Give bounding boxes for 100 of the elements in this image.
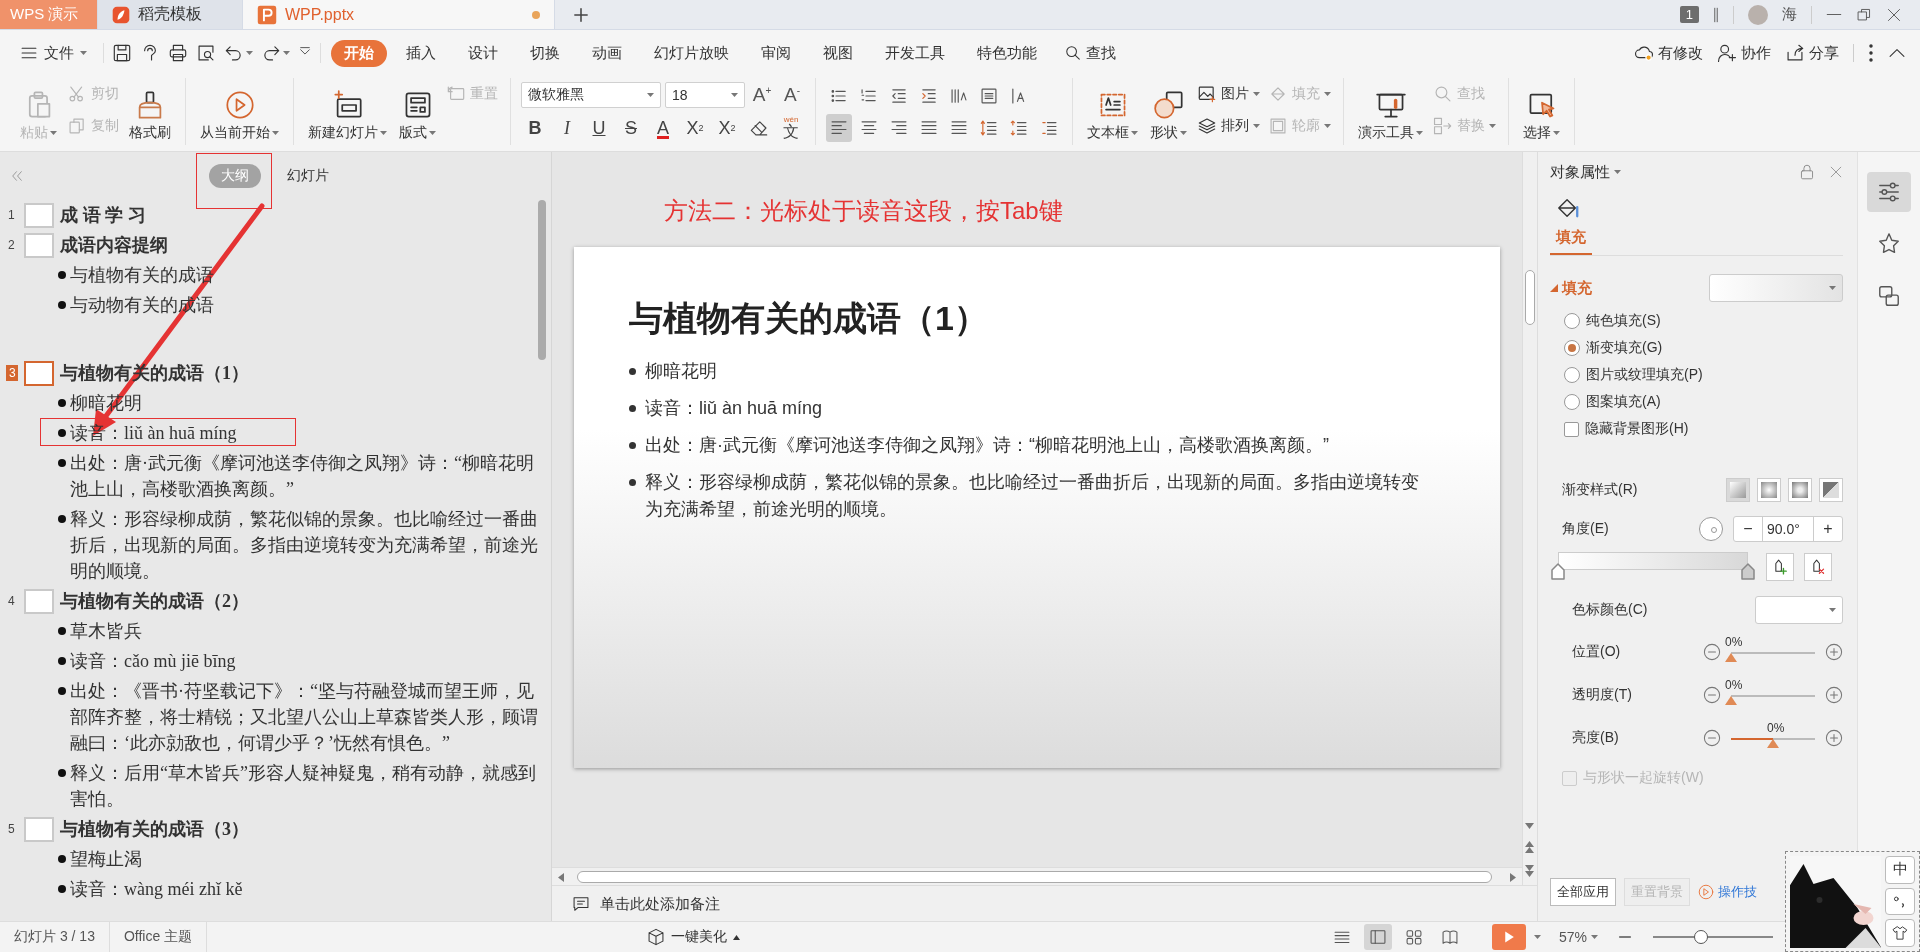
slider-thumb[interactable] [1767,738,1779,748]
ribbon-button[interactable]: 形状 [1148,78,1189,142]
slider-thumb[interactable] [1694,930,1708,944]
bullet-text[interactable]: 读音：wàng méi zhǐ kě [70,876,243,902]
ribbon-button[interactable]: 新建幻灯片 [306,78,389,142]
slide-thumbnail[interactable] [24,360,54,386]
vertical-scrollbar[interactable] [1522,152,1537,885]
slider-thumb[interactable] [1725,695,1737,705]
user-name[interactable]: 海 [1782,5,1797,24]
font-size-field[interactable]: 18 [665,82,745,108]
ribbon-tab[interactable]: 幻灯片放映 [641,39,742,67]
close-button[interactable] [1886,6,1902,23]
increase-button[interactable] [1825,642,1843,661]
ribbon-button[interactable]: 格式刷 [127,78,173,142]
normal-view-button[interactable] [1363,924,1392,950]
slide-thumbnail[interactable] [24,588,54,614]
print-button[interactable] [168,43,188,63]
decrease-button[interactable] [1703,685,1721,704]
more-options-button[interactable] [1868,43,1874,63]
bullet-text[interactable]: 出处：唐·武元衡《摩诃池送李侍御之凤翔》诗：“柳暗花明池上山，高楼歌酒换离颜。” [70,450,538,502]
bullet-text[interactable]: 出处：唐·武元衡《摩诃池送李侍御之凤翔》诗：“柳暗花明池上山，高楼歌酒换离颜。” [645,432,1329,459]
restore-button[interactable] [1856,6,1872,23]
increase-button[interactable] [1825,685,1843,704]
tips-link[interactable]: 操作技 [1698,883,1757,901]
close-button[interactable] [1829,165,1843,179]
horizontal-scrollbar[interactable] [552,867,1522,885]
bullet-text[interactable]: 释义：形容绿柳成荫，繁花似锦的景象。也比喻经过一番曲折后，出现新的局面。多指由逆境转变为充满希望，前途光明的顺境。 [645,469,1434,523]
scrollbar-thumb[interactable] [577,871,1492,883]
notes-field[interactable]: 单击此处添加备注 [598,894,898,913]
slide-title[interactable]: 成语内容提纲 [60,233,168,257]
option-label[interactable]: 图案填充(A) [1586,393,1661,411]
minimize-button[interactable] [1826,13,1842,16]
slide-title[interactable]: 与植物有关的成语（3） [60,817,249,841]
preview-button[interactable] [196,43,216,63]
side-tool-button[interactable] [1867,172,1911,212]
toolbar-action[interactable]: 有修改 [1634,43,1703,63]
ribbon-tab[interactable]: 审阅 [748,39,804,67]
slide-title[interactable]: 成 语 学 习 [60,203,146,227]
remove-stop-button[interactable] [1804,553,1832,581]
ribbon-tab[interactable]: 插入 [393,39,449,67]
increase-button[interactable] [1825,728,1843,747]
bullet-text[interactable]: 草木皆兵 [70,618,142,644]
ribbon-button[interactable]: 选择 [1521,78,1562,142]
file-menu[interactable]: 文件 [14,39,93,67]
ribbon-button[interactable]: 演示工具 [1356,78,1425,142]
checkbox[interactable] [1564,421,1579,437]
format-button[interactable]: U [585,114,613,142]
ribbon-tab[interactable]: 特色功能 [964,39,1050,67]
skin-button[interactable] [1885,919,1915,947]
format-button[interactable]: A [649,114,677,142]
color-dropdown[interactable] [1755,596,1843,624]
gradient-style-button[interactable] [1819,478,1843,502]
lock-button[interactable] [1799,163,1815,181]
slide-canvas[interactable]: 与植物有关的成语（1） 柳暗花明 读音：liǔ àn huā míng 出处：唐·武元衡《摩诃池送李侍御之凤翔》诗：“柳暗花明池上山，高楼歌酒换离颜。” 释义：形容绿柳成荫，繁花似锦的景象。也比喻经过一番曲折后，出现新的局面。多指由逆境转变为充满希望，前途光明的顺境。 [574,247,1500,768]
bullet-text[interactable]: 读音：cǎo mù jiē bīng [70,648,236,674]
format-button[interactable]: B [521,114,549,142]
format-button[interactable]: I [553,114,581,142]
pinyin-button[interactable]: wén 文 [777,114,805,142]
slide-heading[interactable]: 与植物有关的成语（1） [629,293,1434,343]
bullet-text[interactable]: 读音：liǔ àn huā míng [645,395,823,422]
panel-title[interactable]: 对象属性 [1550,162,1610,182]
gradient-style-button[interactable] [1726,478,1750,502]
play-button[interactable] [1491,924,1526,950]
punctuation-button[interactable] [1885,887,1915,916]
option-label[interactable]: 纯色填充(S) [1586,312,1661,330]
panel-button[interactable]: 全部应用 [1550,878,1616,906]
option-label[interactable]: 图片或纹理填充(P) [1586,366,1703,384]
undo-button[interactable] [224,43,253,63]
option-label[interactable]: 渐变填充(G) [1586,339,1663,357]
ribbon-tab[interactable]: 开发工具 [872,39,958,67]
ribbon-button[interactable]: 文本框 [1085,78,1140,142]
theme-name[interactable]: Office 主题 [109,922,208,952]
toolbar-action[interactable]: 协作 [1717,43,1771,63]
document-tab[interactable]: 稻壳模板 [98,0,243,29]
gradient-style-button[interactable] [1788,478,1812,502]
radio-button[interactable] [1564,394,1580,410]
save-button[interactable] [112,43,132,63]
slider-thumb[interactable] [1725,652,1737,662]
ribbon-tab[interactable]: 视图 [810,39,866,67]
input-mode-button[interactable]: 中 [1885,856,1915,884]
bullet-text[interactable]: 释义：后用“草木皆兵”形容人疑神疑鬼，稍有动静，就感到害怕。 [70,760,538,812]
font-size-button[interactable]: A$^{-}$ [779,84,805,106]
search-button[interactable]: 查找 [1056,39,1124,67]
add-stop-button[interactable] [1766,553,1794,581]
ribbon-tab[interactable]: 切换 [517,39,573,67]
slide-thumbnail[interactable] [24,232,54,258]
radio-button[interactable] [1564,340,1580,356]
ribbon-tab[interactable]: 动画 [579,39,635,67]
ime-toolbar[interactable]: 中 [1785,851,1920,952]
radio-button[interactable] [1564,367,1580,383]
gradient-style-button[interactable] [1757,478,1781,502]
bullet-text[interactable]: 柳暗花明 [645,358,717,385]
bullet-text[interactable]: 出处：《晋书·苻坚载记下》：“坚与苻融登城而望王师，见部阵齐整，将士精锐；又北望八公山上草森皆类人形，顾谓融曰：‘此亦勍敌也，何谓少乎？’怃然有惧色。” [70,678,538,756]
scrollbar-thumb[interactable] [1525,270,1535,325]
panel-tab[interactable]: 幻灯片 [275,164,341,188]
redo-button[interactable] [261,43,290,63]
bullet-text[interactable]: 释义：形容绿柳成荫，繁花似锦的景象。也比喻经过一番曲折后，出现新的局面。多指由逆境转变为充满希望，前途光明的顺境。 [70,506,538,584]
format-button[interactable]: S [617,114,645,142]
ribbon-small-button[interactable]: 图片 [1197,80,1260,108]
increment-button[interactable]: + [1814,517,1842,541]
